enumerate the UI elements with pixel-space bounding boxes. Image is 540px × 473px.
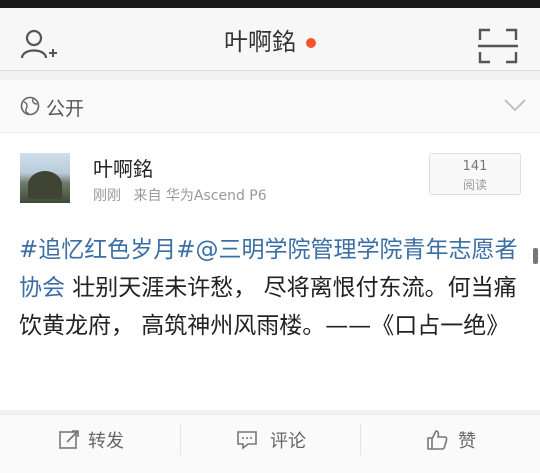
notification-dot <box>306 38 316 48</box>
page-title: 叶啊銘 <box>0 22 540 57</box>
post-source: 来自 华为Ascend P6 <box>133 188 267 204</box>
post-time: 刚刚 <box>93 188 121 204</box>
comment-label: 评论 <box>270 431 306 452</box>
action-bar: 转发 评论 赞 <box>0 414 540 473</box>
read-count: 141 <box>462 159 488 174</box>
post-username[interactable]: 叶啊銘 <box>93 153 153 182</box>
privacy-selector[interactable]: 公开 <box>0 80 540 133</box>
post-card: 叶啊銘 刚刚 来自 华为Ascend P6 141 阅读 #追忆红色岁月#@三明… <box>0 133 540 410</box>
status-bar <box>0 0 540 8</box>
section-gap <box>0 71 540 80</box>
repost-button[interactable]: 转发 <box>0 415 180 473</box>
post-content: #追忆红色岁月#@三明学院管理学院青年志愿者协会 壮别天涯未许愁， 尽将离恨付东… <box>19 231 529 345</box>
comment-icon <box>237 431 257 450</box>
like-label: 赞 <box>458 431 476 452</box>
scrollbar[interactable] <box>533 248 538 264</box>
repost-icon <box>59 430 79 449</box>
thumbs-up-icon <box>427 430 448 450</box>
read-count-box: 141 阅读 <box>429 153 521 195</box>
globe-icon <box>20 96 40 116</box>
post-meta: 刚刚 来自 华为Ascend P6 <box>93 185 275 205</box>
avatar[interactable] <box>20 153 70 203</box>
topic-tag-link[interactable]: #追忆红色岁月# <box>19 237 196 263</box>
repost-label: 转发 <box>88 431 124 452</box>
read-label: 阅读 <box>462 178 487 192</box>
scan-icon[interactable] <box>478 28 518 64</box>
comment-button[interactable]: 评论 <box>180 415 360 473</box>
chevron-down-icon[interactable] <box>504 98 526 112</box>
post-text: 壮别天涯未许愁， 尽将离恨付东流。何当痛饮黄龙府， 高筑神州风雨楼。——《口占一… <box>19 275 517 339</box>
privacy-label: 公开 <box>46 98 85 120</box>
like-button[interactable]: 赞 <box>360 415 540 473</box>
top-navigation-bar: 叶啊銘 <box>0 8 540 71</box>
